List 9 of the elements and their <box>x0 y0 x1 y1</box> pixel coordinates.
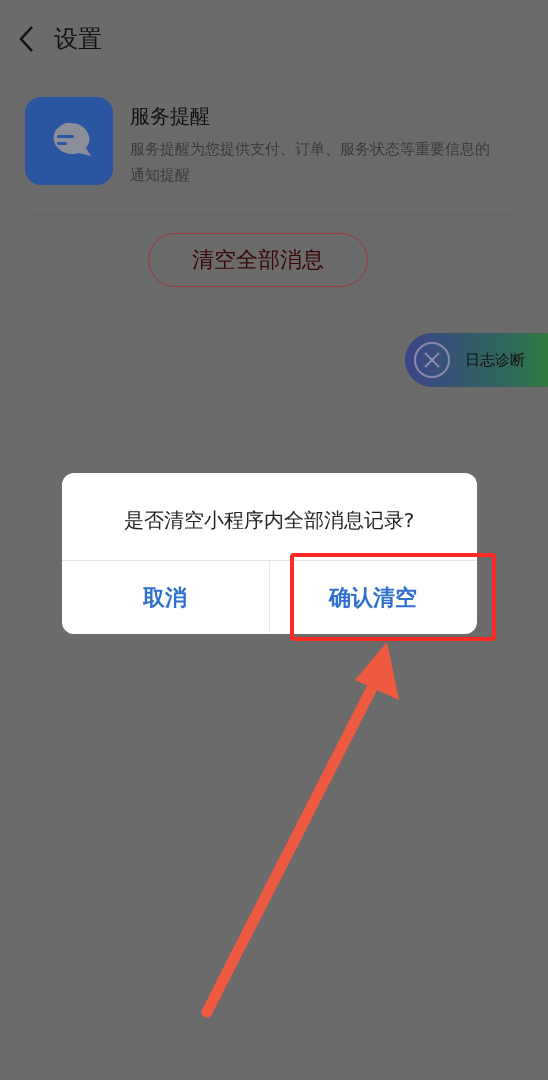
service-title: 服务提醒 <box>130 103 211 130</box>
app-icon <box>25 97 113 185</box>
page-title: 设置 <box>54 24 102 55</box>
dialog-button[interactable]: 取消 <box>61 561 269 634</box>
back-icon[interactable] <box>18 25 34 53</box>
dialog-message: 是否清空小程序内全部消息记录? <box>122 507 416 534</box>
dialog-button[interactable]: 确认清空 <box>268 561 477 634</box>
log-diagnosis-button[interactable]: 日志诊断 <box>405 333 548 387</box>
close-icon[interactable] <box>413 341 451 379</box>
